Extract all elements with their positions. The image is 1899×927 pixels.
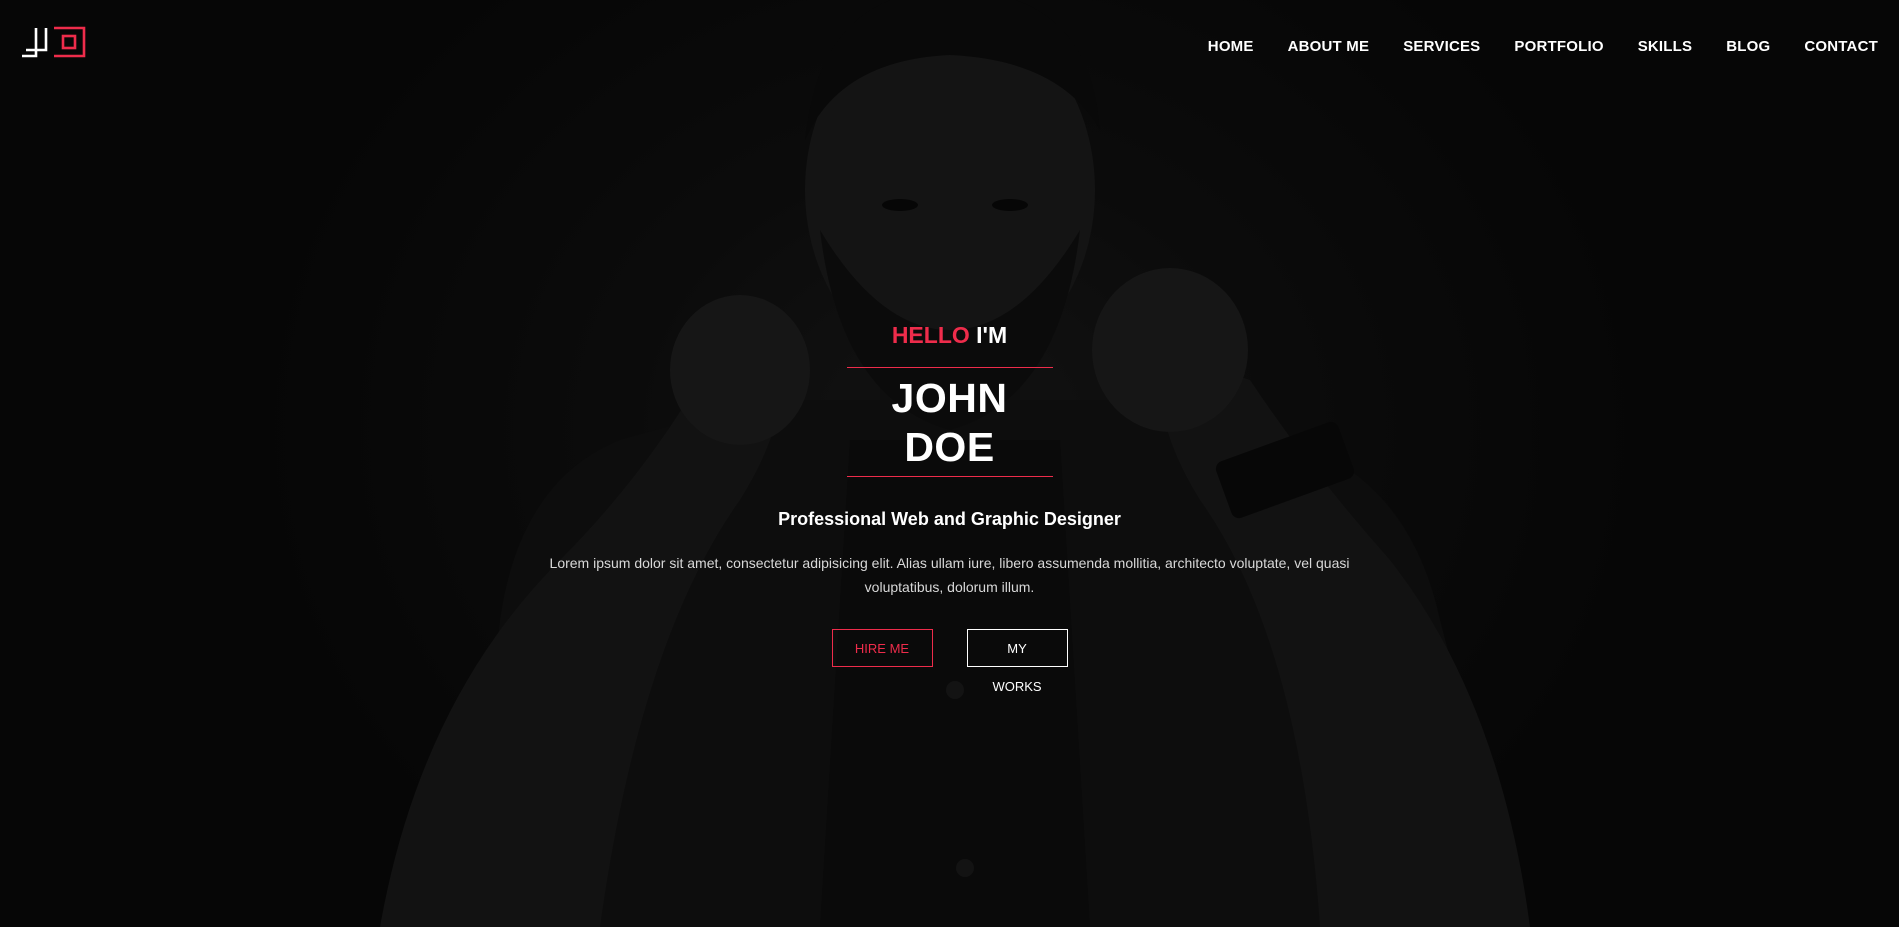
hero-buttons: HIRE ME MY WORKS — [0, 629, 1899, 694]
nav-item-services[interactable]: SERVICES — [1403, 36, 1480, 58]
hero-content: HELLO I'M JOHN DOE Professional Web and … — [0, 318, 1899, 694]
hire-me-button[interactable]: HIRE ME — [831, 629, 933, 667]
greeting-rest: I'M — [976, 322, 1008, 348]
hero-description: Lorem ipsum dolor sit amet, consectetur … — [549, 555, 1350, 595]
logo[interactable] — [20, 26, 86, 58]
greeting-accent: HELLO — [891, 322, 970, 348]
nav-item-skills[interactable]: SKILLS — [1638, 36, 1693, 58]
hero-name: JOHN DOE — [891, 375, 1008, 470]
nav-item-portfolio[interactable]: PORTFOLIO — [1514, 36, 1603, 58]
hero-greeting: HELLO I'M — [0, 318, 1899, 352]
name-frame: JOHN DOE — [846, 367, 1053, 477]
my-works-button[interactable]: MY WORKS — [966, 629, 1068, 694]
nav-item-home[interactable]: HOME — [1208, 36, 1254, 58]
nav-item-blog[interactable]: BLOG — [1726, 36, 1770, 58]
nav-item-contact[interactable]: CONTACT — [1804, 36, 1878, 58]
hero-role: Professional Web and Graphic Designer — [778, 509, 1121, 529]
logo-icon — [22, 26, 86, 58]
nav-item-about-me[interactable]: ABOUT ME — [1288, 36, 1370, 58]
main-navigation: HOME ABOUT ME SERVICES PORTFOLIO SKILLS … — [1208, 36, 1878, 58]
